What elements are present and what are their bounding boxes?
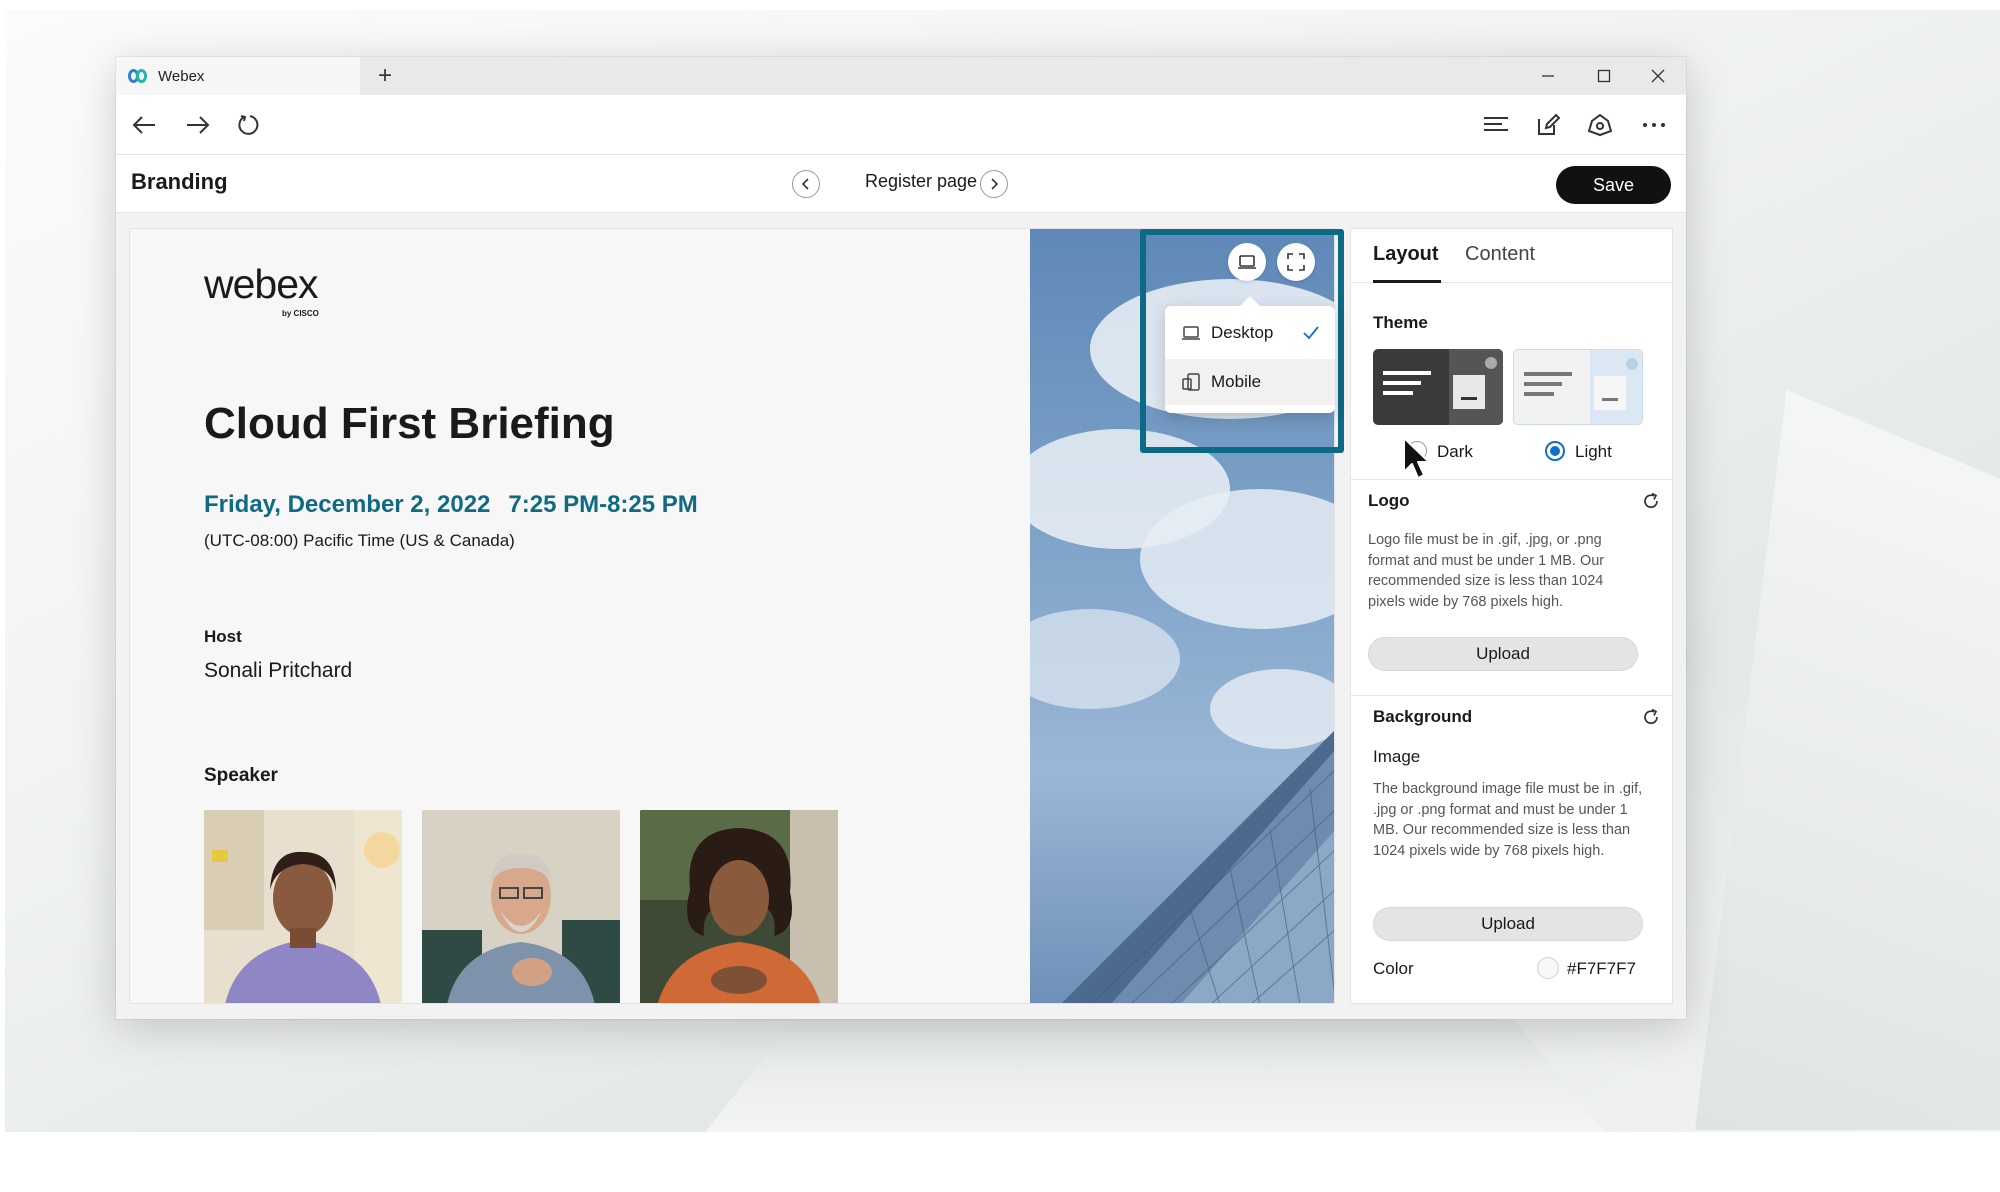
speaker-label: Speaker <box>204 765 278 786</box>
background-title: Background <box>1373 707 1473 726</box>
panel-tabs: Layout Content <box>1351 229 1672 283</box>
speaker-photo <box>640 810 838 1003</box>
theme-light-radio[interactable] <box>1545 441 1565 461</box>
tab-layout[interactable]: Layout <box>1373 243 1439 266</box>
more-icon <box>1643 123 1665 127</box>
browser-tab[interactable]: Webex <box>116 57 360 95</box>
arrow-left-icon <box>132 116 155 134</box>
menu-item-desktop[interactable]: Desktop <box>1165 310 1335 356</box>
settings-panel: Layout Content Theme Dark Light Logo Log… <box>1350 228 1673 1004</box>
page-title: Branding <box>131 169 228 194</box>
close-window-button[interactable] <box>1630 57 1686 95</box>
mouse-cursor-icon <box>1403 437 1430 479</box>
tab-bar: Webex + <box>116 57 1686 95</box>
fullscreen-button[interactable] <box>1277 243 1315 281</box>
menu-item-label: Desktop <box>1211 323 1274 342</box>
host-name: Sonali Pritchard <box>204 659 353 682</box>
edit-button[interactable] <box>1530 107 1566 143</box>
event-time: 7:25 PM-8:25 PM <box>508 491 698 518</box>
event-date: Friday, December 2, 2022 <box>204 491 491 518</box>
webex-wordmark: webex <box>204 261 319 307</box>
event-date-time: Friday, December 2, 2022 7:25 PM-8:25 PM <box>204 491 698 519</box>
tab-title: Webex <box>158 67 205 85</box>
laptop-icon <box>1181 325 1201 341</box>
menu-item-mobile[interactable]: Mobile <box>1165 359 1335 405</box>
maximize-button[interactable] <box>1576 57 1632 95</box>
chevron-right-icon <box>991 178 999 190</box>
previous-page-button[interactable] <box>792 170 820 198</box>
laptop-icon <box>1238 255 1256 269</box>
logo-upload-button[interactable]: Upload <box>1368 637 1638 671</box>
theme-card-dark[interactable] <box>1373 349 1503 425</box>
theme-light-label: Light <box>1575 442 1612 461</box>
section-divider <box>1351 479 1672 480</box>
section-divider <box>1351 695 1672 696</box>
next-page-button[interactable] <box>980 170 1008 198</box>
preview-device-button[interactable] <box>1228 243 1266 281</box>
back-button[interactable] <box>126 107 162 143</box>
color-swatch[interactable] <box>1537 957 1559 979</box>
reset-icon <box>1644 708 1658 725</box>
background-help-text: The background image file must be in .gi… <box>1373 781 1643 859</box>
background-image-label: Image <box>1373 747 1421 766</box>
more-options-button[interactable] <box>1636 107 1672 143</box>
menu-item-label: Mobile <box>1211 372 1262 391</box>
reset-background-button[interactable] <box>1641 707 1661 727</box>
reset-icon <box>1644 492 1658 509</box>
theme-card-light[interactable] <box>1513 349 1643 425</box>
webex-logo: webex by CISCO <box>204 261 319 318</box>
checkmark-icon <box>1303 326 1319 340</box>
active-tab-indicator <box>1373 280 1441 283</box>
logo-title: Logo <box>1368 491 1410 510</box>
tab-content[interactable]: Content <box>1465 243 1535 266</box>
cisco-byline: by CISCO <box>282 309 319 318</box>
speaker-photo <box>204 810 402 1003</box>
minimize-icon <box>1542 75 1554 77</box>
logo-help-text: Logo file must be in .gif, .jpg, or .png… <box>1368 532 1605 610</box>
fullscreen-icon <box>1287 253 1305 271</box>
close-icon <box>1651 69 1665 83</box>
dark-theme-thumbnail <box>1383 349 1503 425</box>
new-tab-button[interactable]: + <box>370 61 400 91</box>
arrow-right-icon <box>187 116 210 134</box>
theme-title: Theme <box>1373 313 1428 332</box>
background-color-value[interactable]: #F7F7F7 <box>1567 959 1636 979</box>
share-icon <box>1587 113 1613 137</box>
forward-button[interactable] <box>180 107 216 143</box>
backdrop-facet <box>705 1020 1605 1132</box>
browser-toolbar <box>116 95 1686 155</box>
save-button[interactable]: Save <box>1556 166 1671 204</box>
preview-device-menu: Desktop Mobile <box>1165 306 1335 413</box>
page-selector-label: Register page <box>864 171 978 191</box>
chevron-left-icon <box>801 178 809 190</box>
background-upload-button[interactable]: Upload <box>1373 907 1643 941</box>
reset-logo-button[interactable] <box>1641 491 1661 511</box>
host-label: Host <box>204 627 242 646</box>
background-color-label: Color <box>1373 959 1414 978</box>
reload-icon <box>238 115 259 135</box>
webex-logo-icon <box>128 69 148 83</box>
app-header: Branding Register page Save <box>116 155 1686 213</box>
event-title: Cloud First Briefing <box>204 399 615 448</box>
share-button[interactable] <box>1582 107 1618 143</box>
minimize-button[interactable] <box>1520 57 1576 95</box>
event-timezone: (UTC-08:00) Pacific Time (US & Canada) <box>204 531 515 550</box>
browser-window: Webex + Branding Register page Save webe… <box>116 57 1686 1019</box>
backdrop-facet <box>1695 390 2000 1130</box>
list-icon <box>1484 117 1508 131</box>
mobile-icon <box>1181 373 1201 391</box>
theme-dark-label: Dark <box>1437 442 1473 461</box>
reload-button[interactable] <box>232 107 268 143</box>
reading-list-button[interactable] <box>1478 107 1514 143</box>
light-theme-thumbnail <box>1524 350 1642 424</box>
edit-icon <box>1538 113 1560 135</box>
speaker-photo <box>422 810 620 1003</box>
maximize-icon <box>1597 69 1611 83</box>
